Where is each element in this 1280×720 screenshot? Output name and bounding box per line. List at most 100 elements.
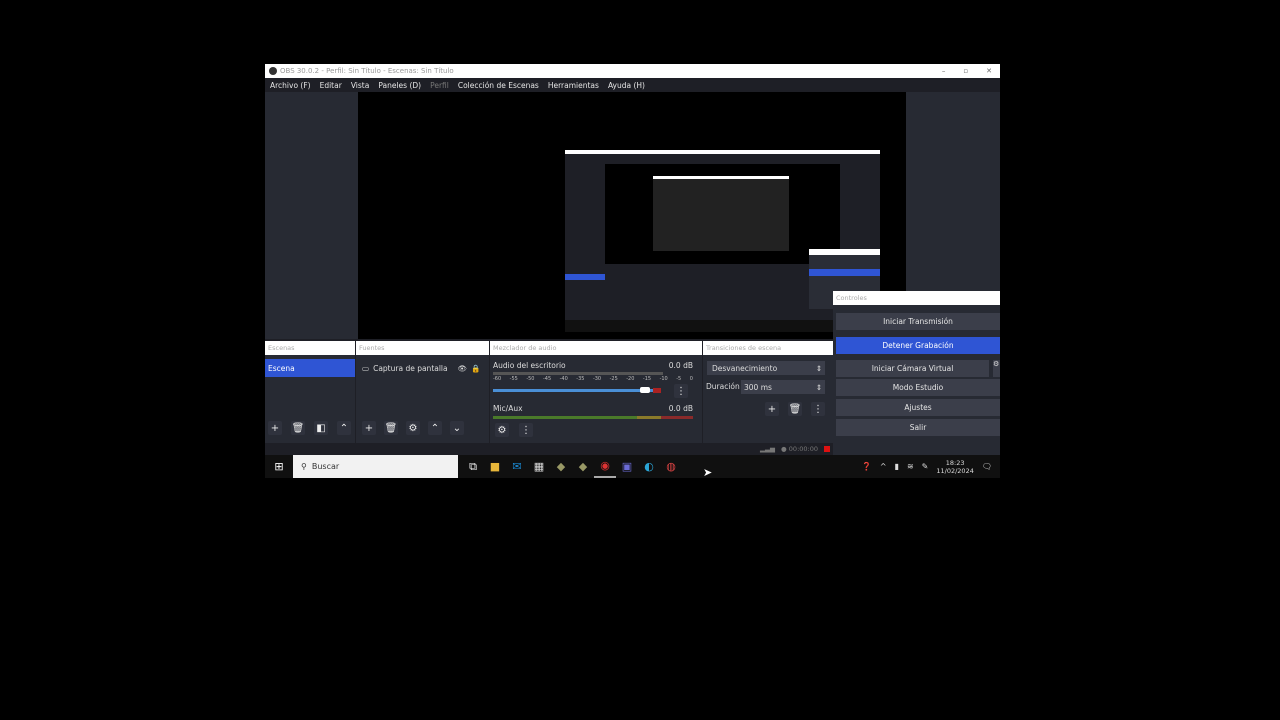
close-button[interactable]: ✕ [986, 67, 992, 75]
transition-value: Desvanecimiento [712, 363, 778, 373]
file-explorer-icon[interactable]: ■ [484, 455, 506, 478]
volume-handle[interactable] [640, 387, 650, 393]
studio-mode-button[interactable]: Modo Estudio [836, 379, 1000, 396]
spinner-icon[interactable]: ⇕ [816, 383, 825, 392]
add-source-button[interactable]: + [362, 421, 376, 435]
obs-logo-icon [269, 67, 277, 75]
usb-icon[interactable]: ▮ [895, 462, 899, 471]
meter-ticks: -60 -55 -50 -45 -40 -35 -30 -25 -20 -15 -10 -5 0 [493, 376, 693, 382]
edge-icon[interactable]: ◐ [638, 455, 660, 478]
remove-scene-button[interactable]: 🗑 [291, 421, 305, 435]
channel-level: 0.0 dB [668, 361, 693, 370]
source-item[interactable]: ▭ Captura de pantalla 👁 🔒 [356, 359, 489, 377]
mixer-header: Mezclador de audio [490, 341, 702, 355]
sources-header: Fuentes [356, 341, 489, 355]
minimize-button[interactable]: – [942, 67, 946, 75]
virtual-camera-settings-icon[interactable]: ⚙ [993, 360, 1000, 377]
notifications-icon[interactable]: 🗨 [982, 462, 1000, 471]
menu-vista[interactable]: Vista [351, 81, 370, 90]
transition-select[interactable]: Desvanecimiento ⇕ [707, 361, 825, 375]
channel-level: 0.0 dB [668, 404, 693, 413]
add-scene-button[interactable]: + [268, 421, 282, 435]
menu-perfil[interactable]: Perfil [430, 81, 449, 90]
rec-indicator-icon [824, 446, 830, 452]
lock-icon[interactable]: 🔒 [471, 364, 480, 373]
taskbar-search[interactable]: ⚲ Buscar [293, 455, 458, 478]
channel-name: Mic/Aux [493, 404, 523, 413]
monitor-icon: ▭ [362, 363, 370, 373]
mic-menu-button[interactable]: ⋮ [519, 423, 533, 437]
transitions-header: Transiciones de escena [703, 341, 833, 355]
move-scene-up-button[interactable]: ⌃ [337, 421, 351, 435]
chrome-icon[interactable]: ◍ [660, 455, 682, 478]
app-icon[interactable]: ◆ [572, 455, 594, 478]
source-properties-button[interactable]: ⚙ [406, 421, 420, 435]
chevron-up-icon[interactable]: ^ [880, 462, 887, 471]
maximize-button[interactable]: ▫ [963, 67, 968, 75]
obs-taskbar-icon[interactable]: ◉ [594, 455, 616, 478]
task-view-icon[interactable]: ⧉ [462, 455, 484, 478]
search-icon: ⚲ [301, 462, 307, 471]
clock[interactable]: 18:23 11/02/2024 [936, 459, 973, 475]
settings-button[interactable]: Ajustes [836, 399, 1000, 416]
start-streaming-button[interactable]: Iniciar Transmisión [836, 313, 1000, 330]
duration-label: Duración [706, 382, 740, 391]
menu-editar[interactable]: Editar [320, 81, 342, 90]
menu-herramientas[interactable]: Herramientas [548, 81, 599, 90]
menu-ayuda[interactable]: Ayuda (H) [608, 81, 645, 90]
add-transition-button[interactable]: + [765, 402, 779, 416]
sources-dock: Fuentes ▭ Captura de pantalla 👁 🔒 + 🗑 ⚙ … [356, 341, 489, 455]
meter-tick: -30 [592, 376, 602, 382]
store-icon[interactable]: ▦ [528, 455, 550, 478]
remove-transition-button[interactable]: 🗑 [788, 402, 802, 416]
transition-menu-button[interactable]: ⋮ [811, 402, 825, 416]
menu-bar: Archivo (F) Editar Vista Paneles (D) Per… [265, 78, 1000, 92]
stream-time: ● 00:00:00 [781, 445, 818, 453]
duration-input[interactable]: 300 ms ⇕ [741, 380, 825, 394]
mouse-cursor-icon: ➤ [703, 466, 713, 479]
advanced-audio-button[interactable]: ⚙ [495, 423, 509, 437]
scenes-header: Escenas [265, 341, 355, 355]
pen-icon[interactable]: ✎ [922, 462, 929, 471]
mic-level-meter [493, 416, 693, 419]
start-virtual-camera-button[interactable]: Iniciar Cámara Virtual [836, 360, 989, 377]
teams-icon[interactable]: ▣ [616, 455, 638, 478]
menu-paneles[interactable]: Paneles (D) [378, 81, 421, 90]
controls-header: Controles [833, 291, 1000, 305]
stop-recording-button[interactable]: Detener Grabación [836, 337, 1000, 354]
menu-archivo[interactable]: Archivo (F) [270, 81, 311, 90]
status-bar: ▂▃▅ ● 00:00:00 [265, 443, 833, 455]
meter-tick: -5 [676, 376, 682, 382]
help-icon[interactable]: ❓ [862, 462, 872, 471]
meter-tick: -60 [493, 376, 502, 382]
preview-margin [265, 92, 358, 339]
volume-slider[interactable] [493, 389, 653, 392]
audio-mixer-dock: Mezclador de audio Audio del escritorio … [490, 341, 702, 455]
windows-start-icon[interactable]: ⊞ [265, 455, 293, 478]
exit-button[interactable]: Salir [836, 419, 1000, 436]
preview-canvas[interactable] [358, 92, 906, 339]
channel-menu-button[interactable]: ⋮ [674, 384, 688, 398]
eye-icon[interactable]: 👁 [458, 364, 468, 373]
move-source-down-button[interactable]: ⌄ [450, 421, 464, 435]
search-placeholder: Buscar [311, 462, 340, 471]
source-name: Captura de pantalla [373, 363, 448, 373]
mute-indicator [653, 388, 661, 393]
meter-tick: -25 [609, 376, 618, 382]
mail-icon[interactable]: ✉ [506, 455, 528, 478]
title-bar: OBS 30.0.2 - Perfil: Sin Título - Escena… [265, 64, 1000, 78]
scene-filters-button[interactable]: ◧ [314, 421, 328, 435]
scenes-dock: Escenas Escena + 🗑 ◧ ⌃ [265, 341, 355, 455]
windows-taskbar: ⊞ ⚲ Buscar ⧉ ■ ✉ ▦ ◆ ◆ ◉ ▣ ◐ ◍ ❓ ^ ▮ ≋ ✎ … [265, 455, 1000, 478]
controls-dock: Controles Iniciar Transmisión Detener Gr… [833, 291, 1000, 455]
move-source-up-button[interactable]: ⌃ [428, 421, 442, 435]
scene-item[interactable]: Escena [265, 359, 355, 377]
app-icon[interactable]: ◆ [550, 455, 572, 478]
wifi-icon[interactable]: ≋ [907, 462, 914, 471]
transitions-dock: Transiciones de escena Desvanecimiento ⇕ … [703, 341, 833, 455]
remove-source-button[interactable]: 🗑 [384, 421, 398, 435]
menu-coleccion[interactable]: Colección de Escenas [458, 81, 539, 90]
meter-tick: -15 [642, 376, 652, 382]
meter-tick: 0 [689, 376, 693, 382]
duration-value: 300 ms [744, 382, 772, 392]
